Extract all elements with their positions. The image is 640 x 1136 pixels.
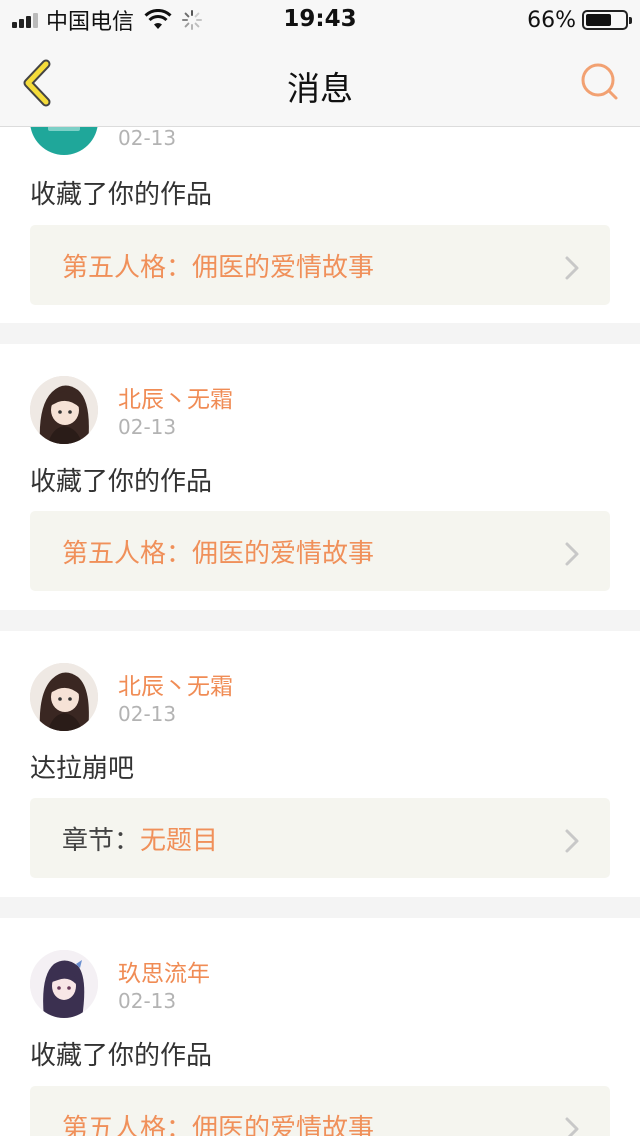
battery-percent: 66% bbox=[527, 7, 576, 33]
message-date: 02-13 bbox=[118, 415, 177, 439]
referenced-work-title: 第五人格：佣医的爱情故事 bbox=[62, 539, 375, 569]
referenced-work-link[interactable]: 第五人格：佣医的爱情故事 bbox=[30, 225, 610, 305]
avatar[interactable] bbox=[30, 127, 98, 155]
message-card: 北辰丶无霜 02-13 收藏了你的作品 第五人格：佣医的爱情故事 bbox=[0, 344, 640, 610]
referenced-work-link[interactable]: 第五人格：佣医的爱情故事 bbox=[30, 1086, 610, 1136]
avatar[interactable] bbox=[30, 376, 98, 444]
referenced-chapter-title: 章节：无题目 bbox=[62, 826, 219, 856]
referenced-work-title: 第五人格：佣医的爱情故事 bbox=[62, 253, 375, 283]
message-card: 北辰丶无霜 02-13 达拉崩吧 章节：无题目 bbox=[0, 631, 640, 897]
message-date: 02-13 bbox=[118, 989, 177, 1013]
referenced-work-link[interactable]: 第五人格：佣医的爱情故事 bbox=[30, 511, 610, 591]
chevron-right-icon bbox=[565, 1117, 579, 1136]
avatar[interactable] bbox=[30, 663, 98, 731]
message-text: 收藏了你的作品 bbox=[30, 1041, 213, 1071]
message-card: 玖思流年 02-13 收藏了你的作品 第五人格：佣医的爱情故事 bbox=[0, 918, 640, 1136]
avatar[interactable] bbox=[30, 950, 98, 1018]
message-date: 02-13 bbox=[118, 127, 177, 150]
user-name[interactable]: 北辰丶无霜 bbox=[118, 667, 233, 701]
message-text: 收藏了你的作品 bbox=[30, 467, 213, 497]
battery-icon bbox=[582, 10, 632, 30]
user-name[interactable]: 玖思流年 bbox=[118, 954, 210, 988]
user-name[interactable]: 北辰丶无霜 bbox=[118, 380, 233, 414]
chevron-right-icon bbox=[565, 542, 579, 566]
referenced-work-title: 第五人格：佣医的爱情故事 bbox=[62, 1114, 375, 1136]
message-card: 02-13 收藏了你的作品 第五人格：佣医的爱情故事 bbox=[0, 127, 640, 323]
chevron-right-icon bbox=[565, 256, 579, 280]
status-bar: 中国电信 19:43 66% bbox=[0, 0, 640, 40]
page-title: 消息 bbox=[287, 69, 353, 108]
chevron-right-icon bbox=[565, 829, 579, 853]
message-text: 达拉崩吧 bbox=[30, 754, 135, 784]
nav-bar: 消息 bbox=[0, 40, 640, 127]
search-icon[interactable] bbox=[578, 60, 622, 104]
message-text: 收藏了你的作品 bbox=[30, 180, 213, 210]
message-date: 02-13 bbox=[118, 702, 177, 726]
referenced-chapter-link[interactable]: 章节：无题目 bbox=[30, 798, 610, 878]
message-list: 02-13 收藏了你的作品 第五人格：佣医的爱情故事 北辰丶无霜 02-13 收… bbox=[0, 127, 640, 1136]
